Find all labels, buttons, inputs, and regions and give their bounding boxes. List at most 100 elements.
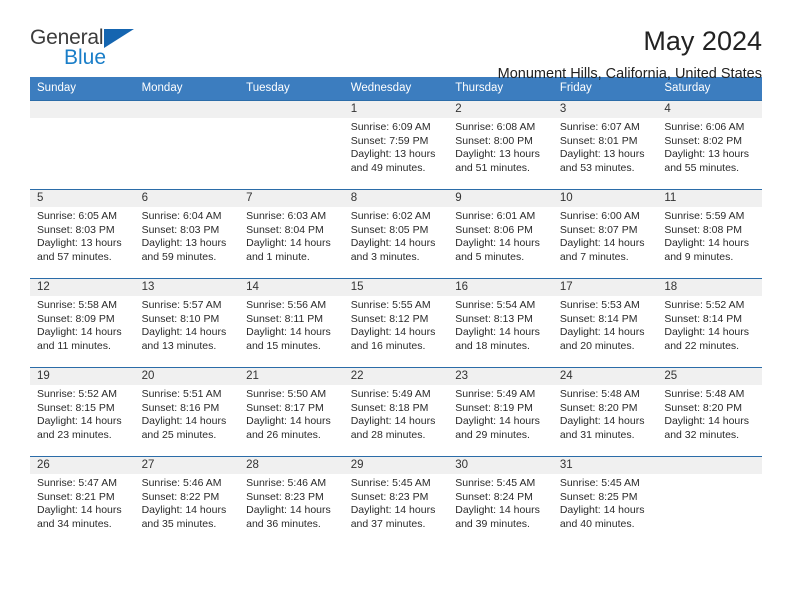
page-subtitle: Monument Hills, California, United State…	[497, 66, 762, 82]
calendar-day-cell[interactable]: 27 Sunrise: 5:46 AM Sunset: 8:22 PM Dayligh…	[134, 456, 240, 546]
calendar-day-cell[interactable]: 1 Sunrise: 6:09 AM Sunset: 7:59 PM Daylight…	[343, 100, 449, 190]
day-number: 18	[657, 279, 762, 296]
calendar-day-cell[interactable]: 5 Sunrise: 6:05 AM Sunset: 8:03 PM Daylight…	[30, 189, 135, 279]
day-details: Sunrise: 6:08 AM Sunset: 8:00 PM Daylight:…	[448, 118, 553, 175]
sunrise-sunset-calendar: Sunday Monday Tuesday Wednesday Thursday…	[30, 77, 762, 546]
calendar-day-cell[interactable]: 9 Sunrise: 6:01 AM Sunset: 8:06 PM Daylight…	[448, 189, 553, 279]
daylight-duration-line2: and 49 minutes.	[350, 161, 426, 174]
sunset-time: Sunset: 8:10 PM	[141, 312, 220, 325]
daylight-duration-line1: Daylight: 13 hours	[664, 148, 750, 161]
calendar-day-cell[interactable]: 19 Sunrise: 5:52 AM Sunset: 8:15 PM Dayligh…	[30, 367, 135, 457]
calendar-day-cell[interactable]: 12 Sunrise: 5:58 AM Sunset: 8:09 PM Dayligh…	[30, 278, 135, 368]
calendar-day-cell[interactable]: 3 Sunrise: 6:07 AM Sunset: 8:01 PM Daylight…	[552, 100, 658, 190]
sunset-time: Sunset: 8:19 PM	[455, 401, 533, 414]
calendar-day-cell[interactable]: 10 Sunrise: 6:00 AM Sunset: 8:07 PM Dayligh…	[552, 189, 658, 279]
sunset-time: Sunset: 8:01 PM	[559, 134, 638, 147]
daylight-duration-line1: Daylight: 14 hours	[455, 504, 540, 517]
general-blue-logo[interactable]: General Blue	[30, 26, 150, 72]
day-details: Sunrise: 5:50 AM Sunset: 8:17 PM Daylight:…	[239, 385, 344, 442]
day-number: 1	[343, 101, 449, 118]
calendar-day-cell[interactable]: 7 Sunrise: 6:03 AM Sunset: 8:04 PM Daylight…	[239, 189, 344, 279]
sunrise-time: Sunrise: 5:51 AM	[141, 388, 222, 400]
calendar-day-cell[interactable]: 15 Sunrise: 5:55 AM Sunset: 8:12 PM Dayligh…	[343, 278, 449, 368]
sunrise-time: Sunrise: 6:01 AM	[455, 210, 536, 222]
calendar-cell-empty	[30, 100, 135, 190]
calendar-day-cell[interactable]: 21 Sunrise: 5:50 AM Sunset: 8:17 PM Dayligh…	[239, 367, 344, 457]
calendar-day-cell[interactable]: 18 Sunrise: 5:52 AM Sunset: 8:14 PM Dayligh…	[657, 278, 762, 368]
day-details: Sunrise: 5:47 AM Sunset: 8:21 PM Daylight:…	[30, 474, 135, 531]
calendar-cell-empty	[239, 100, 344, 190]
sunrise-time: Sunrise: 5:45 AM	[559, 477, 640, 489]
sunrise-time: Sunrise: 6:08 AM	[455, 121, 536, 133]
day-number	[239, 101, 344, 118]
day-number: 6	[134, 190, 240, 207]
sunrise-time: Sunrise: 6:05 AM	[37, 210, 117, 222]
calendar-day-cell[interactable]: 4 Sunrise: 6:06 AM Sunset: 8:02 PM Daylight…	[657, 100, 762, 190]
sunrise-time: Sunrise: 5:54 AM	[455, 299, 536, 311]
calendar-day-cell[interactable]: 11 Sunrise: 5:59 AM Sunset: 8:08 PM Dayligh…	[657, 189, 762, 279]
day-details: Sunrise: 5:58 AM Sunset: 8:09 PM Daylight:…	[30, 296, 135, 353]
daylight-duration-line2: and 5 minutes.	[455, 250, 525, 263]
daylight-duration-line1: Daylight: 13 hours	[350, 148, 436, 161]
day-number: 19	[30, 368, 135, 385]
daylight-duration-line1: Daylight: 14 hours	[455, 415, 540, 428]
weekday-header-sunday: Sunday	[30, 77, 135, 101]
calendar-day-cell[interactable]: 20 Sunrise: 5:51 AM Sunset: 8:16 PM Dayligh…	[134, 367, 240, 457]
calendar-day-cell[interactable]: 2 Sunrise: 6:08 AM Sunset: 8:00 PM Daylight…	[448, 100, 553, 190]
day-number: 21	[239, 368, 344, 385]
sunset-time: Sunset: 8:21 PM	[37, 490, 115, 503]
calendar-day-cell[interactable]: 16 Sunrise: 5:54 AM Sunset: 8:13 PM Dayligh…	[448, 278, 553, 368]
sunrise-time: Sunrise: 5:50 AM	[246, 388, 327, 400]
day-details: Sunrise: 5:45 AM Sunset: 8:25 PM Daylight:…	[553, 474, 658, 531]
daylight-duration-line2: and 9 minutes.	[664, 250, 734, 263]
sunset-time: Sunset: 8:20 PM	[664, 401, 743, 414]
day-details: Sunrise: 5:49 AM Sunset: 8:18 PM Daylight:…	[344, 385, 449, 442]
daylight-duration-line2: and 53 minutes.	[559, 161, 635, 174]
calendar-day-cell[interactable]: 24 Sunrise: 5:48 AM Sunset: 8:20 PM Dayligh…	[552, 367, 658, 457]
calendar-day-cell[interactable]: 22 Sunrise: 5:49 AM Sunset: 8:18 PM Dayligh…	[343, 367, 449, 457]
day-details: Sunrise: 5:46 AM Sunset: 8:22 PM Daylight:…	[135, 474, 240, 531]
day-details: Sunrise: 6:01 AM Sunset: 8:06 PM Daylight:…	[448, 207, 553, 264]
calendar-day-cell[interactable]: 30 Sunrise: 5:45 AM Sunset: 8:24 PM Dayligh…	[448, 456, 553, 546]
daylight-duration-line2: and 31 minutes.	[559, 428, 635, 441]
day-number: 4	[657, 101, 762, 118]
calendar-day-cell[interactable]: 28 Sunrise: 5:46 AM Sunset: 8:23 PM Dayligh…	[239, 456, 344, 546]
sunset-time: Sunset: 7:59 PM	[350, 134, 429, 147]
daylight-duration-line1: Daylight: 14 hours	[350, 415, 436, 428]
title-block: May 2024 Monument Hills, California, Uni…	[498, 26, 762, 83]
calendar-day-cell[interactable]: 13 Sunrise: 5:57 AM Sunset: 8:10 PM Dayligh…	[134, 278, 240, 368]
calendar-day-cell[interactable]: 6 Sunrise: 6:04 AM Sunset: 8:03 PM Daylight…	[134, 189, 240, 279]
day-number: 9	[448, 190, 553, 207]
sunset-time: Sunset: 8:17 PM	[246, 401, 324, 414]
calendar-day-cell[interactable]: 31 Sunrise: 5:45 AM Sunset: 8:25 PM Dayligh…	[552, 456, 658, 546]
day-details: Sunrise: 5:49 AM Sunset: 8:19 PM Daylight:…	[448, 385, 553, 442]
daylight-duration-line1: Daylight: 14 hours	[37, 504, 122, 517]
weekday-header-tuesday: Tuesday	[239, 77, 344, 101]
sunrise-time: Sunrise: 5:45 AM	[350, 477, 431, 489]
day-details: Sunrise: 5:56 AM Sunset: 8:11 PM Daylight:…	[239, 296, 344, 353]
sunrise-time: Sunrise: 6:04 AM	[141, 210, 222, 222]
calendar-week-row: 1 Sunrise: 6:09 AM Sunset: 7:59 PM Daylight…	[30, 100, 762, 190]
calendar-day-cell[interactable]: 8 Sunrise: 6:02 AM Sunset: 8:05 PM Daylight…	[343, 189, 449, 279]
daylight-duration-line1: Daylight: 14 hours	[246, 237, 331, 250]
sunrise-time: Sunrise: 5:56 AM	[246, 299, 327, 311]
calendar-day-cell[interactable]: 26 Sunrise: 5:47 AM Sunset: 8:21 PM Dayligh…	[30, 456, 135, 546]
sunset-time: Sunset: 8:03 PM	[141, 223, 220, 236]
day-details: Sunrise: 6:00 AM Sunset: 8:07 PM Daylight:…	[553, 207, 658, 264]
sunset-time: Sunset: 8:15 PM	[37, 401, 115, 414]
calendar-day-cell[interactable]: 29 Sunrise: 5:45 AM Sunset: 8:23 PM Dayligh…	[343, 456, 449, 546]
day-number: 20	[134, 368, 240, 385]
calendar-page: General Blue May 2024 Monument Hills, Ca…	[0, 0, 792, 612]
calendar-day-cell[interactable]: 17 Sunrise: 5:53 AM Sunset: 8:14 PM Dayligh…	[552, 278, 658, 368]
calendar-day-cell[interactable]: 14 Sunrise: 5:56 AM Sunset: 8:11 PM Dayligh…	[239, 278, 344, 368]
day-number: 10	[552, 190, 658, 207]
daylight-duration-line1: Daylight: 14 hours	[37, 326, 122, 339]
daylight-duration-line2: and 18 minutes.	[455, 339, 530, 352]
logo-text-blue: Blue	[64, 46, 107, 69]
day-number	[657, 457, 762, 474]
day-details: Sunrise: 5:55 AM Sunset: 8:12 PM Daylight:…	[344, 296, 449, 353]
calendar-day-cell[interactable]: 25 Sunrise: 5:48 AM Sunset: 8:20 PM Dayligh…	[657, 367, 762, 457]
calendar-day-cell[interactable]: 23 Sunrise: 5:49 AM Sunset: 8:19 PM Dayligh…	[448, 367, 553, 457]
sunrise-time: Sunrise: 5:46 AM	[141, 477, 222, 489]
day-details: Sunrise: 5:54 AM Sunset: 8:13 PM Daylight:…	[448, 296, 553, 353]
